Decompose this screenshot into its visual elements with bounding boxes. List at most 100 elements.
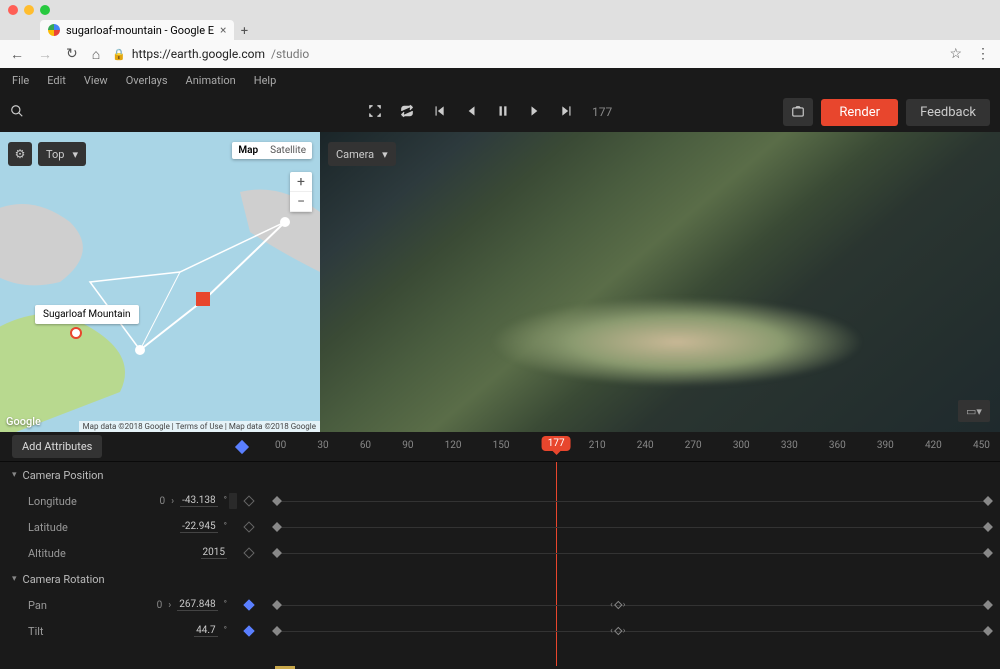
latitude-value[interactable]: -22.945 bbox=[180, 521, 218, 533]
snapshot-icon[interactable] bbox=[783, 98, 813, 126]
chevron-down-icon[interactable]: ▾ bbox=[12, 470, 17, 480]
prop-longitude-label: Longitude bbox=[28, 495, 77, 508]
app-menu: File Edit View Overlays Animation Help bbox=[0, 68, 1000, 92]
chevron-down-icon: ▾ bbox=[72, 148, 78, 161]
menu-overlays[interactable]: Overlays bbox=[126, 74, 168, 87]
map-type-toggle[interactable]: Map Satellite bbox=[232, 142, 312, 159]
forward-button[interactable]: → bbox=[38, 46, 52, 63]
close-tab-icon[interactable]: × bbox=[220, 23, 226, 37]
address-bar: ← → ↻ ⌂ 🔒 https://earth.google.com/studi… bbox=[0, 40, 1000, 68]
bookmark-icon[interactable]: ☆ bbox=[949, 46, 962, 62]
menu-file[interactable]: File bbox=[12, 74, 29, 87]
section-camera-position: Camera Position bbox=[23, 469, 104, 482]
browser-menu-icon[interactable]: ⋮ bbox=[976, 46, 990, 62]
map-pane[interactable]: ⚙ Top ▾ Map Satellite + − Sugarloaf Mount… bbox=[0, 132, 320, 432]
back-button[interactable]: ← bbox=[10, 46, 24, 63]
url-field[interactable]: 🔒 https://earth.google.com/studio bbox=[112, 47, 937, 61]
ruler-tick: 00 bbox=[275, 440, 286, 451]
reload-button[interactable]: ↻ bbox=[66, 46, 78, 63]
render-button[interactable]: Render bbox=[821, 99, 898, 126]
viewport-3d[interactable]: Camera ▾ ▭▾ bbox=[320, 132, 1000, 432]
keyframe-master-icon[interactable] bbox=[235, 439, 249, 453]
prop-pan-label: Pan bbox=[28, 599, 47, 612]
map-view-dropdown[interactable]: Top ▾ bbox=[38, 142, 86, 166]
home-button[interactable]: ⌂ bbox=[92, 46, 100, 63]
skip-start-icon[interactable] bbox=[432, 103, 446, 122]
aspect-ratio-icon[interactable]: ▭▾ bbox=[958, 400, 990, 422]
browser-tab[interactable]: sugarloaf-mountain - Google E × bbox=[40, 20, 234, 40]
close-window[interactable] bbox=[8, 5, 18, 15]
step-forward-icon[interactable] bbox=[528, 103, 542, 122]
playhead-line bbox=[556, 462, 557, 666]
playhead[interactable]: 177 bbox=[542, 436, 571, 451]
place-marker-icon bbox=[70, 327, 82, 339]
ruler-tick: 420 bbox=[925, 440, 942, 451]
kf-toggle-longitude[interactable] bbox=[241, 493, 257, 509]
ruler-tick: 360 bbox=[829, 440, 846, 451]
add-attributes-button[interactable]: Add Attributes bbox=[12, 435, 102, 458]
camera-dropdown[interactable]: Camera ▾ bbox=[328, 142, 396, 166]
ruler-tick: 90 bbox=[402, 440, 413, 451]
zoom-control: + − bbox=[290, 172, 312, 212]
prop-tilt-label: Tilt bbox=[28, 625, 44, 638]
altitude-value[interactable]: 2015 bbox=[201, 547, 227, 559]
tab-strip: sugarloaf-mountain - Google E × + bbox=[0, 20, 1000, 40]
frame-input[interactable] bbox=[592, 105, 632, 119]
timeline: Add Attributes 0030609012015018021024027… bbox=[0, 432, 1000, 669]
map-type-satellite[interactable]: Satellite bbox=[264, 142, 312, 159]
new-tab-button[interactable]: + bbox=[234, 22, 254, 40]
timeline-ruler[interactable]: 0030609012015018021024027030033036039042… bbox=[265, 432, 1000, 461]
tab-title: sugarloaf-mountain - Google E bbox=[66, 24, 214, 37]
kf-toggle-altitude[interactable] bbox=[241, 545, 257, 561]
map-settings-icon[interactable]: ⚙ bbox=[8, 142, 32, 166]
maximize-window[interactable] bbox=[40, 5, 50, 15]
workspace: ⚙ Top ▾ Map Satellite + − Sugarloaf Mount… bbox=[0, 132, 1000, 432]
chevron-down-icon[interactable]: ▾ bbox=[12, 574, 17, 584]
place-label: Sugarloaf Mountain bbox=[35, 305, 139, 324]
ruler-tick: 30 bbox=[317, 440, 328, 451]
pause-icon[interactable] bbox=[496, 103, 510, 122]
feedback-button[interactable]: Feedback bbox=[906, 99, 990, 126]
google-logo: Google bbox=[6, 415, 41, 428]
favicon-icon bbox=[48, 24, 60, 36]
ruler-tick: 390 bbox=[877, 440, 894, 451]
step-back-icon[interactable] bbox=[464, 103, 478, 122]
url-path: /studio bbox=[271, 47, 309, 61]
prop-latitude-label: Latitude bbox=[28, 521, 68, 534]
pan-value[interactable]: 267.848 bbox=[177, 599, 217, 611]
kf-toggle-tilt[interactable] bbox=[241, 623, 257, 639]
tilt-value[interactable]: 44.7 bbox=[194, 625, 218, 637]
prop-altitude-label: Altitude bbox=[28, 547, 66, 560]
loop-icon[interactable] bbox=[400, 103, 414, 122]
kf-strip[interactable] bbox=[229, 493, 237, 509]
menu-animation[interactable]: Animation bbox=[186, 74, 236, 87]
menu-help[interactable]: Help bbox=[254, 74, 277, 87]
skip-end-icon[interactable] bbox=[560, 103, 574, 122]
ruler-tick: 210 bbox=[589, 440, 606, 451]
url-host: https://earth.google.com bbox=[132, 47, 265, 61]
chevron-down-icon: ▾ bbox=[382, 148, 388, 161]
minimize-window[interactable] bbox=[24, 5, 34, 15]
ruler-tick: 240 bbox=[637, 440, 654, 451]
map-terrain bbox=[0, 132, 320, 432]
ruler-tick: 450 bbox=[973, 440, 990, 451]
playback-bar: Render Feedback bbox=[0, 92, 1000, 132]
zoom-out-button[interactable]: − bbox=[290, 192, 312, 212]
browser-traffic-lights bbox=[0, 0, 1000, 20]
camera-marker-icon[interactable] bbox=[196, 292, 210, 306]
map-attribution: Map data ©2018 Google | Terms of Use | M… bbox=[79, 421, 320, 432]
camera-dd-label: Camera bbox=[336, 148, 374, 161]
zoom-in-button[interactable]: + bbox=[290, 172, 312, 192]
search-icon[interactable] bbox=[10, 103, 24, 122]
menu-edit[interactable]: Edit bbox=[47, 74, 66, 87]
ruler-tick: 150 bbox=[493, 440, 510, 451]
menu-view[interactable]: View bbox=[84, 74, 108, 87]
lock-icon: 🔒 bbox=[112, 48, 126, 61]
map-view-label: Top bbox=[46, 148, 64, 161]
map-type-map[interactable]: Map bbox=[232, 142, 264, 159]
longitude-value[interactable]: -43.138 bbox=[180, 495, 218, 507]
kf-toggle-latitude[interactable] bbox=[241, 519, 257, 535]
kf-toggle-pan[interactable] bbox=[241, 597, 257, 613]
fullscreen-icon[interactable] bbox=[368, 103, 382, 122]
section-camera-rotation: Camera Rotation bbox=[23, 573, 105, 586]
